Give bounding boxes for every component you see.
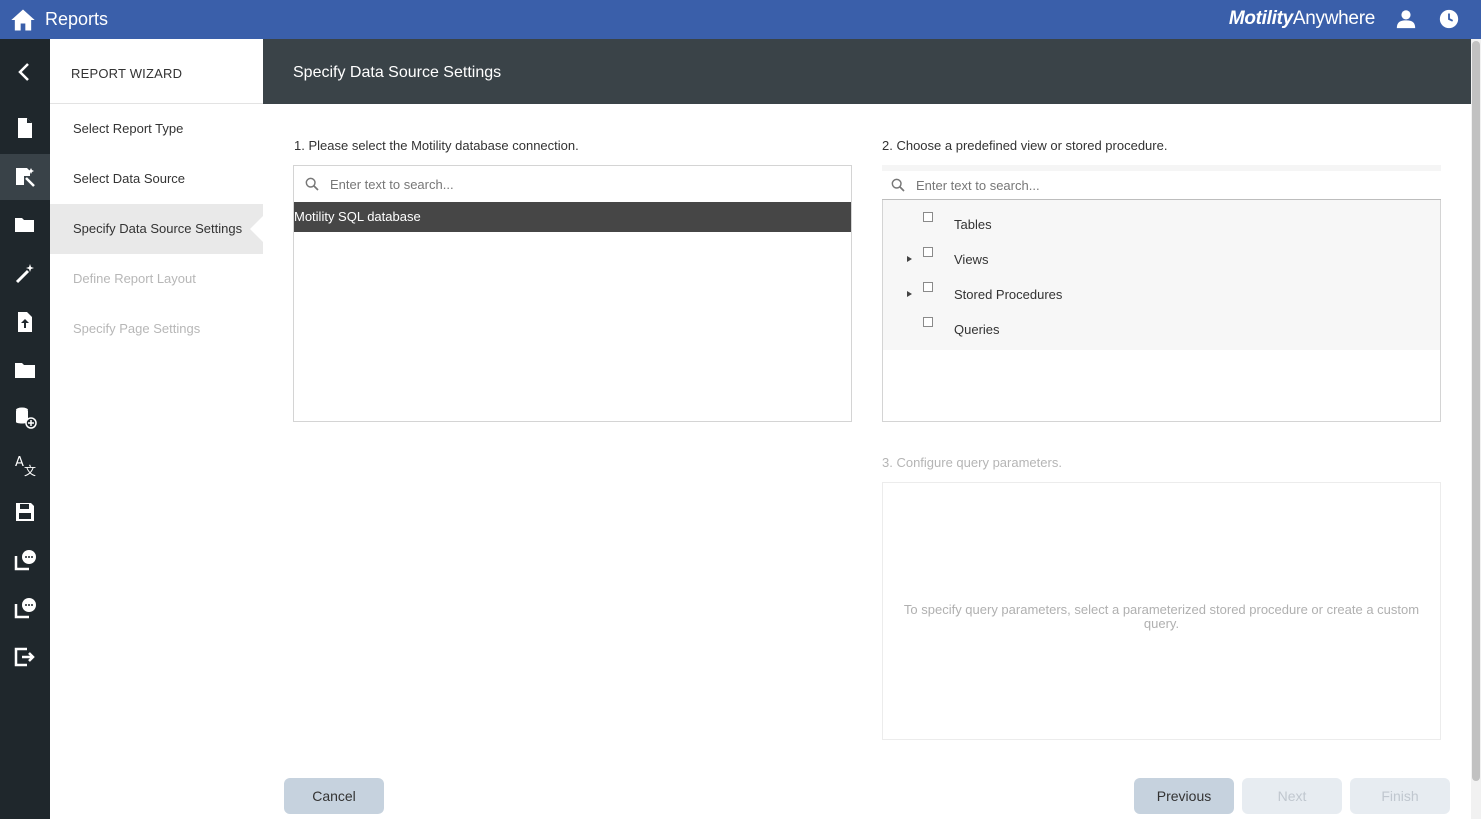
section3-label: 3. Configure query parameters. [882, 455, 1062, 470]
procedure-tree: Tables Views Stored Procedures Queries [882, 200, 1441, 422]
brand-logo: MotilityAnywhere [1228, 8, 1375, 29]
connection-list: Enter text to search... Motility SQL dat… [293, 165, 852, 422]
scrollbar-thumb[interactable] [1472, 41, 1480, 781]
wizard-step-specify-page-settings: Specify Page Settings [73, 321, 201, 336]
cancel-button[interactable]: Cancel [284, 778, 384, 814]
tree-node-label: Stored Procedures [954, 287, 1063, 302]
tree-node-label: Views [954, 252, 989, 267]
page-title: Specify Data Source Settings [293, 64, 502, 81]
clock-icon[interactable] [1438, 8, 1460, 30]
app-title: Reports [45, 9, 109, 29]
add-database-icon [16, 407, 37, 429]
procedure-search[interactable]: Enter text to search... [882, 165, 1441, 200]
user-icon[interactable] [1395, 8, 1417, 30]
tree-node-views[interactable]: Views [883, 241, 1440, 276]
translate-icon: A文 [15, 455, 36, 477]
tree-node-label: Tables [954, 217, 992, 232]
rail-item-report-comments-2[interactable] [0, 585, 50, 631]
section2-label: 2. Choose a predefined view or stored pr… [882, 138, 1168, 153]
wizard-sidebar: REPORT WIZARD Select Report Type Select … [50, 39, 263, 819]
rail-item-upload[interactable] [0, 299, 50, 345]
wizard-step-select-data-source[interactable]: Select Data Source [50, 154, 263, 204]
search-icon [891, 178, 905, 192]
wizard-step-select-report-type[interactable]: Select Report Type [50, 104, 263, 154]
search-input[interactable]: Enter text to search... [330, 177, 454, 192]
expand-arrow-icon[interactable] [907, 256, 912, 262]
page-header: Specify Data Source Settings [263, 39, 1471, 104]
rail-item-folder[interactable] [0, 347, 50, 393]
rail-item-save[interactable] [0, 489, 50, 535]
previous-button[interactable]: Previous [1134, 778, 1234, 814]
chat-report-icon [14, 598, 36, 619]
svg-text:文: 文 [24, 463, 36, 477]
list-item-connection[interactable]: Motility SQL database [294, 202, 851, 232]
tree-node-label: Queries [954, 322, 1000, 337]
tree-area: Tables Views Stored Procedures Queries [883, 200, 1440, 350]
rail-item-new-report[interactable] [0, 105, 50, 151]
tree-node-queries[interactable]: Queries [883, 311, 1440, 346]
save-icon [16, 503, 34, 521]
next-button[interactable]: Next [1242, 778, 1342, 814]
expand-arrow-icon[interactable] [907, 291, 912, 297]
checkbox[interactable] [923, 282, 933, 292]
report-wizard-icon [16, 168, 35, 187]
open-folder-icon [15, 218, 34, 232]
wizard-step-specify-data-source-settings[interactable]: Specify Data Source Settings [50, 204, 263, 254]
finish-button[interactable]: Finish [1350, 778, 1450, 814]
query-parameters-panel: To specify query parameters, select a pa… [882, 482, 1441, 740]
magic-wand-icon [15, 264, 34, 284]
folder-icon [15, 363, 35, 378]
upload-file-icon [18, 312, 32, 332]
back-button[interactable] [0, 49, 50, 95]
wizard-step-define-report-layout: Define Report Layout [73, 271, 196, 286]
search-input[interactable]: Enter text to search... [916, 178, 1040, 193]
rail-item-report-wizard[interactable] [0, 154, 50, 200]
document-icon [18, 118, 32, 138]
home-icon[interactable] [9, 6, 37, 34]
tree-node-tables[interactable]: Tables [883, 206, 1440, 241]
rail-item-report-comments[interactable] [0, 537, 50, 583]
chat-report-icon [14, 550, 36, 571]
checkbox[interactable] [923, 317, 933, 327]
search-icon [305, 177, 319, 191]
rail-item-add-datasource[interactable] [0, 394, 50, 440]
rail-item-localization[interactable]: A文 [0, 442, 50, 488]
tree-node-stored-procedures[interactable]: Stored Procedures [883, 276, 1440, 311]
empty-message: To specify query parameters, select a pa… [903, 602, 1420, 631]
top-bar: Reports MotilityAnywhere [0, 0, 1481, 39]
icon-rail: A文 [0, 39, 50, 819]
page-scrollbar[interactable] [1471, 39, 1481, 819]
rail-item-wizard[interactable] [0, 251, 50, 297]
svg-text:A: A [15, 455, 24, 470]
checkbox[interactable] [923, 247, 933, 257]
connection-search[interactable]: Enter text to search... [294, 166, 851, 202]
wizard-heading: REPORT WIZARD [50, 39, 263, 104]
exit-icon [14, 647, 35, 667]
checkbox[interactable] [923, 212, 933, 222]
section1-label: 1. Please select the Motility database c… [294, 138, 579, 153]
rail-item-exit[interactable] [0, 634, 50, 680]
rail-item-open[interactable] [0, 202, 50, 248]
back-chevron-icon [18, 63, 29, 81]
